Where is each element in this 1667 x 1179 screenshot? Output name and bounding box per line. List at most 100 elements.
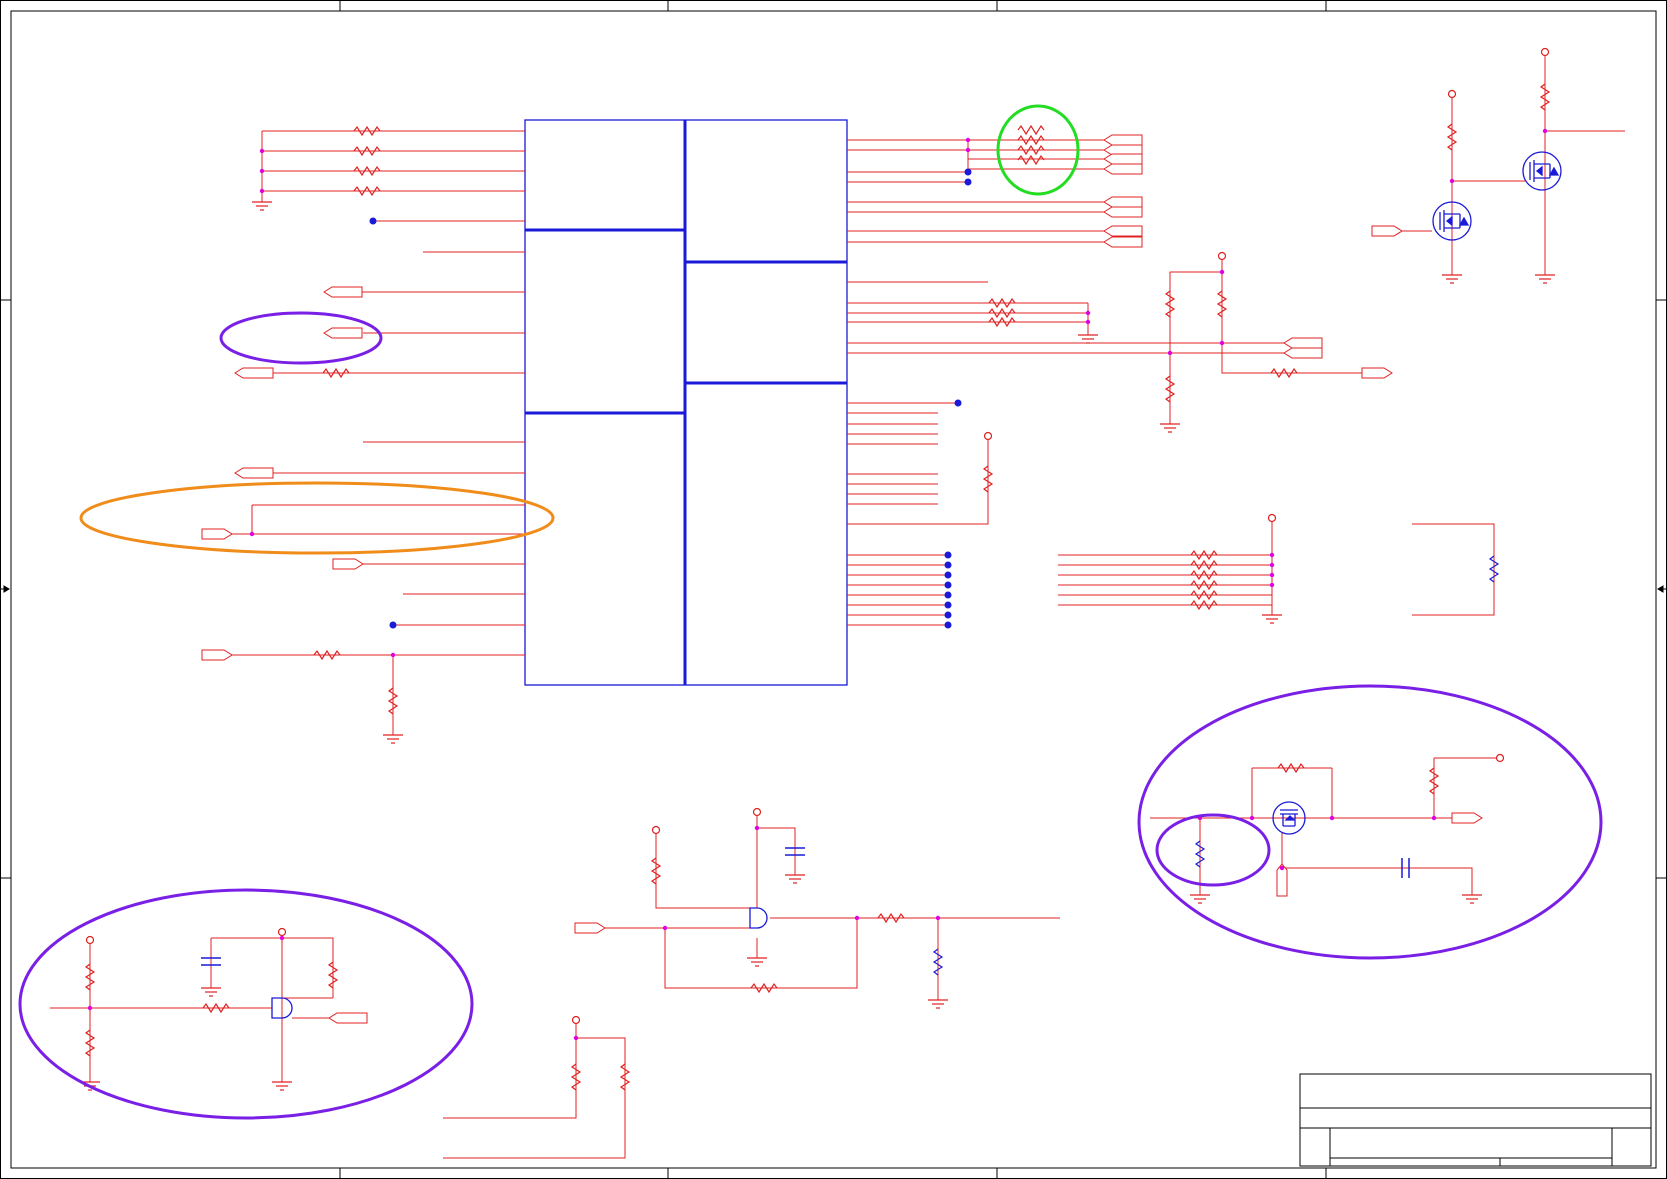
port-icon [323,286,363,298]
port-icon [1283,347,1323,359]
power-pin-icon [85,935,95,945]
mosfet-icon [1522,151,1562,191]
junction-dot [259,148,265,154]
highlights [18,104,1603,1120]
highlight-orange-ellipse [79,481,555,555]
schematic-canvas [0,0,1667,1179]
mosfets [1272,151,1562,835]
port-icon [1103,236,1143,248]
no-connect-dot [964,168,972,176]
power-pin-icon [752,807,762,817]
junction-dot [259,168,265,174]
highlight-purple-ellipse [1137,684,1603,960]
power-pin-icon [571,1015,581,1025]
port-icon [1451,812,1483,824]
junction-dot [279,935,285,941]
title-block [1299,1073,1652,1167]
junction-dot [1249,815,1255,821]
junction-dot [249,531,255,537]
junction-dot [1449,178,1455,184]
junction-dot [1269,582,1275,588]
junction-dot [87,1005,93,1011]
port-icon [234,367,274,379]
no-connect-dot [944,561,952,569]
junction-dot [259,188,265,194]
junction-dot [1269,572,1275,578]
ground-icon [383,734,403,744]
no-connect-dot [944,611,952,619]
no-connect-dot [389,621,397,629]
junction-dot [965,147,971,153]
schematic-sheet [0,0,1667,1179]
ports [201,134,1483,1024]
ground-icon [272,1081,292,1091]
junction-dot [1431,815,1437,821]
ground-icon [1160,423,1180,433]
no-connect-dot [964,178,972,186]
port-icon [1371,225,1403,237]
main-ic [524,119,848,686]
ground-icon [1462,894,1482,904]
junctions [87,128,1548,1041]
junction-dot [662,925,668,931]
no-connect-dot [954,399,962,407]
port-icon [234,467,274,479]
junction-dot [1269,562,1275,568]
no-connect-dots [369,168,972,629]
port-icon [574,922,606,934]
ground-icon [1190,894,1210,904]
port-icon [323,327,363,339]
junction-dot [1219,269,1225,275]
no-connect-dot [944,551,952,559]
port-icon [201,528,233,540]
power-pins [85,47,1550,1025]
ground-icon [252,201,272,211]
junction-dot [1279,865,1285,871]
junction-dot [573,1035,579,1041]
junction-dot [1219,340,1225,346]
ground-icon [1535,274,1555,284]
no-connect-dot [944,601,952,609]
no-connect-dot [369,217,377,225]
power-pin-icon [277,927,287,937]
junction-dot [935,915,941,921]
and-gate-icon [749,907,768,929]
junction-dot [854,915,860,921]
port-icon [328,1012,368,1024]
junction-dot [1269,552,1275,558]
port-icon [1103,134,1143,146]
power-pin-icon [1267,513,1277,523]
port-icon [1103,153,1143,165]
power-pin-icon [1217,251,1227,261]
junction-dot [965,137,971,143]
port-icon [1103,196,1143,208]
power-pin-icon [651,825,661,835]
port-icon [1103,206,1143,218]
sheet-frame [0,0,1667,1179]
power-pin-icon [983,431,993,441]
no-connect-dot [944,581,952,589]
no-connect-dot [944,591,952,599]
port-icon [1103,163,1143,175]
port-icon [1283,337,1323,349]
ground-icon [928,999,948,1009]
wires [50,56,1625,1159]
no-connect-dot [944,621,952,629]
no-connect-dot [944,571,952,579]
resistors [84,83,1551,1091]
power-pin-icon [1540,47,1550,57]
junction-dot [754,825,760,831]
sheet-centre-arrows [0,585,1667,593]
junction-dot [1329,815,1335,821]
ground-icon [201,987,221,997]
port-icon [332,558,364,570]
ground-icon [785,874,805,884]
junction-dot [390,652,396,658]
resistor-icon [1017,154,1045,166]
power-pin-icon [1495,753,1505,763]
ground-icon [1442,274,1462,284]
highlight-purple-ellipse [18,888,474,1120]
junction-dot [1167,350,1173,356]
resistor-icon [1017,124,1045,136]
ground-icon [1262,614,1282,624]
